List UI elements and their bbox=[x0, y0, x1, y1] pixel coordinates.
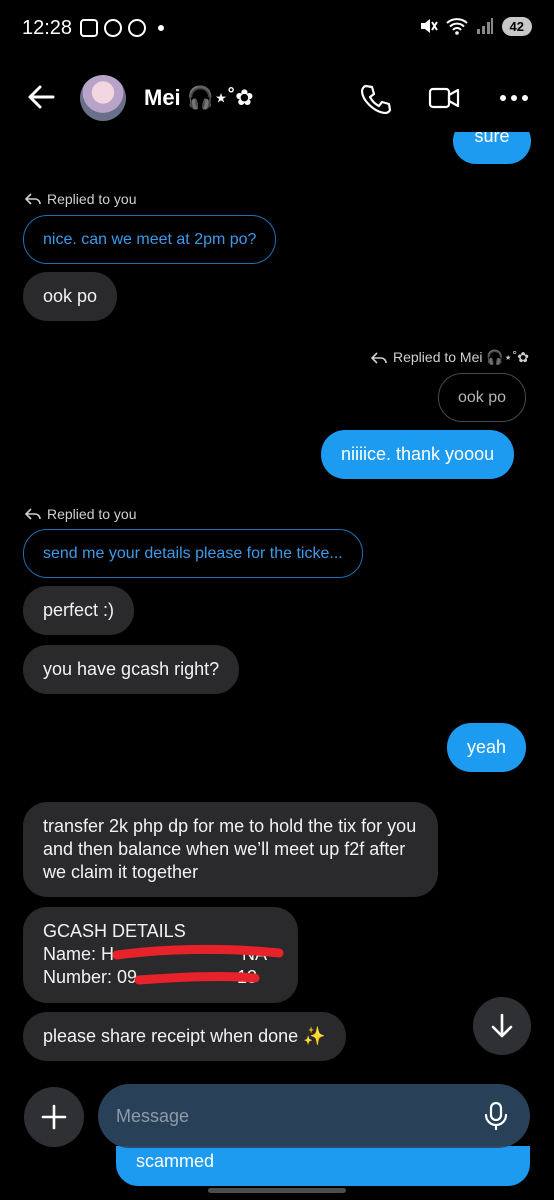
home-indicator bbox=[208, 1188, 346, 1193]
reply-label-text: Replied to you bbox=[47, 506, 137, 522]
quoted-message[interactable]: send me your details please for the tick… bbox=[23, 529, 363, 578]
status-bar: 12:28 42 bbox=[0, 0, 554, 60]
incoming-message[interactable]: transfer 2k php dp for me to hold the ti… bbox=[23, 802, 438, 897]
plus-icon bbox=[41, 1104, 67, 1130]
reply-indicator: Replied to you bbox=[25, 191, 137, 207]
system-icons: 42 bbox=[418, 16, 532, 36]
contact-name[interactable]: Mei 🎧⋆˚✿ bbox=[144, 85, 254, 111]
back-arrow-icon[interactable] bbox=[26, 82, 56, 112]
signal-icon bbox=[476, 18, 493, 34]
messenger-icon bbox=[104, 19, 122, 37]
outgoing-message-partial-bottom[interactable]: scammed bbox=[116, 1146, 530, 1186]
screenshot-icon bbox=[80, 19, 98, 37]
redaction-scribble bbox=[112, 944, 284, 985]
incoming-message[interactable]: ook po bbox=[23, 272, 118, 321]
reply-arrow-icon bbox=[25, 193, 41, 205]
chat-header-overlay: Mei 🎧⋆˚✿ bbox=[0, 66, 554, 130]
quoted-message[interactable]: ook po bbox=[438, 373, 527, 422]
reply-arrow-icon bbox=[25, 508, 41, 520]
incoming-message-gcash-details[interactable]: GCASH DETAILS Name: H NA Number: 09 13 bbox=[23, 907, 298, 1003]
battery-indicator: 42 bbox=[501, 16, 532, 36]
video-call-icon[interactable] bbox=[428, 82, 460, 114]
outgoing-message[interactable]: niiiice. thank yooou bbox=[321, 430, 515, 479]
reply-label-text: Replied to you bbox=[47, 191, 137, 207]
arrow-down-icon bbox=[491, 1013, 513, 1038]
add-attachment-button[interactable] bbox=[24, 1087, 84, 1147]
microphone-icon[interactable] bbox=[480, 1100, 512, 1132]
quoted-message[interactable]: nice. can we meet at 2pm po? bbox=[23, 215, 277, 264]
messenger-icon-2 bbox=[128, 19, 146, 37]
more-options-icon[interactable] bbox=[498, 82, 530, 114]
incoming-message[interactable]: you have gcash right? bbox=[23, 645, 240, 694]
avatar[interactable] bbox=[80, 75, 126, 121]
incoming-message[interactable]: please share receipt when done ✨ bbox=[23, 1012, 346, 1061]
reply-label-text: Replied to Mei 🎧⋆˚✿ bbox=[393, 349, 529, 365]
incoming-message[interactable]: perfect :) bbox=[23, 586, 135, 635]
reply-indicator: Replied to Mei 🎧⋆˚✿ bbox=[371, 349, 529, 366]
reply-indicator: Replied to you bbox=[25, 506, 137, 522]
scroll-to-bottom-button[interactable] bbox=[473, 997, 531, 1055]
reply-arrow-icon bbox=[371, 351, 387, 364]
phone-call-icon[interactable] bbox=[360, 82, 392, 114]
message-composer bbox=[98, 1084, 530, 1148]
more-notifications-dot-icon bbox=[158, 25, 164, 31]
notification-icons bbox=[80, 19, 164, 37]
mute-icon bbox=[420, 19, 438, 33]
message-input[interactable] bbox=[116, 1102, 456, 1130]
status-time: 12:28 bbox=[22, 17, 73, 39]
wifi-icon bbox=[445, 18, 468, 35]
outgoing-message[interactable]: yeah bbox=[447, 723, 527, 772]
